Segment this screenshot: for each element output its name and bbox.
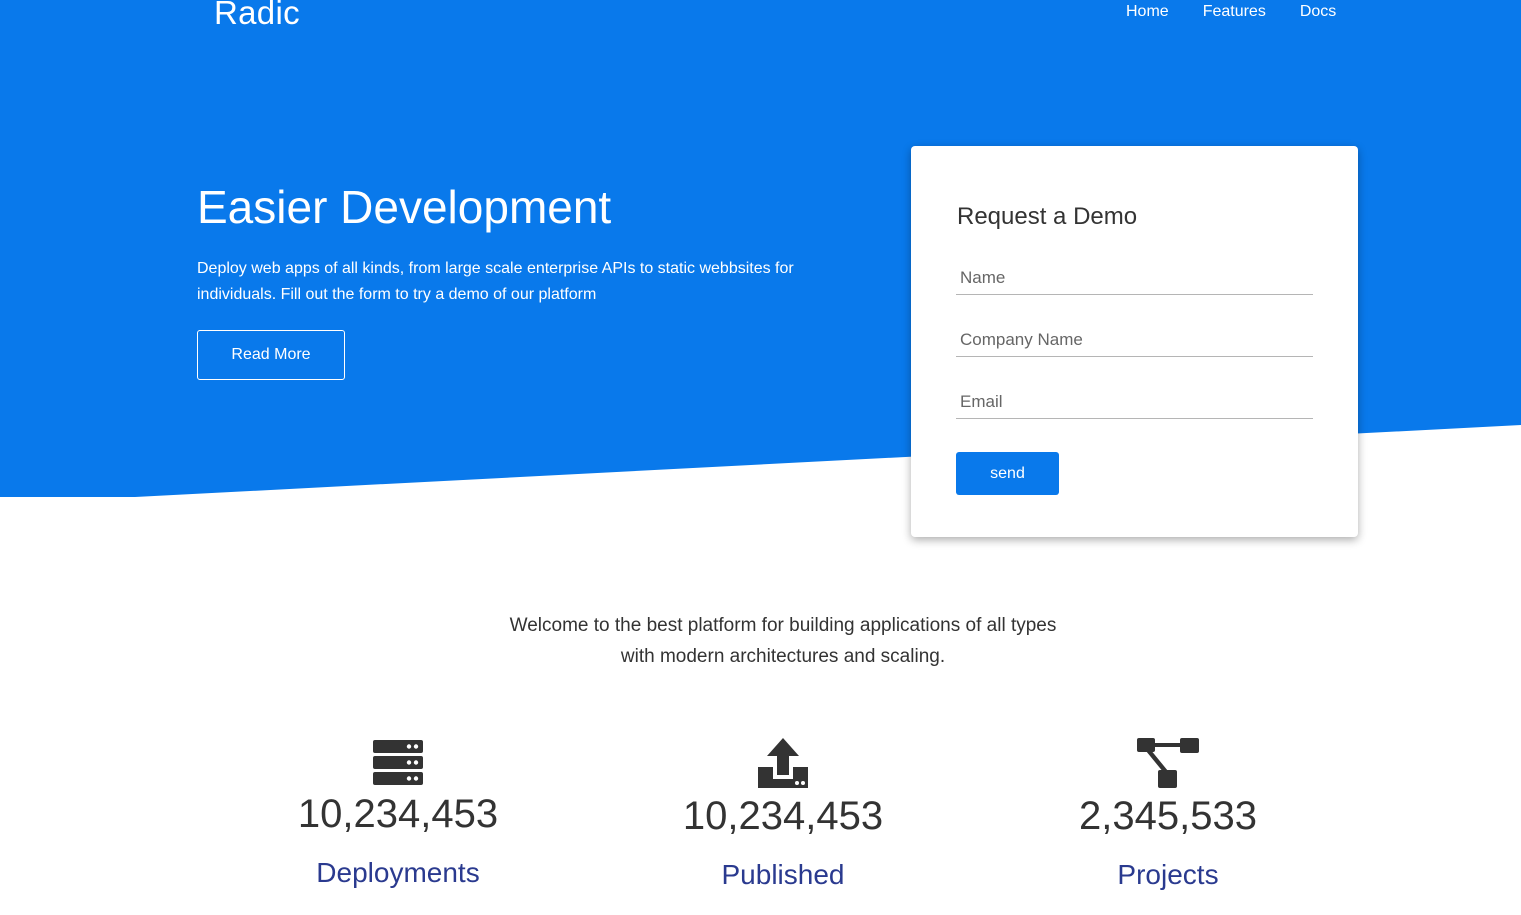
top-nav: Home Features Docs <box>1126 3 1336 21</box>
stat-published-label: Published <box>721 859 845 890</box>
nav-home[interactable]: Home <box>1126 3 1169 21</box>
sitemap-icon <box>1137 738 1199 788</box>
stat-published: 10,234,453 Published <box>633 737 933 892</box>
company-name-field[interactable] <box>956 323 1313 357</box>
request-demo-title: Request a Demo <box>957 203 1138 230</box>
read-more-button[interactable]: Read More <box>197 330 345 380</box>
hero-description: Deploy web apps of all kinds, from large… <box>197 256 817 308</box>
stat-deployments: 10,234,453 Deployments <box>248 739 548 890</box>
nav-docs[interactable]: Docs <box>1300 3 1336 21</box>
request-demo-card: Request a Demo send <box>911 146 1358 537</box>
welcome-line-2: with modern architectures and scaling. <box>620 646 946 667</box>
name-field[interactable] <box>956 261 1313 295</box>
stat-projects: 2,345,533 Projects <box>1018 737 1318 892</box>
stat-deployments-label: Deployments <box>316 857 480 888</box>
stat-deployments-value: 10,234,453 <box>297 792 499 836</box>
welcome-text: Welcome to the best platform for buildin… <box>0 610 1521 672</box>
hero-description-line-2: individuals. Fill out the form to try a … <box>197 286 597 303</box>
send-button[interactable]: send <box>956 452 1059 495</box>
hero-description-line-1: Deploy web apps of all kinds, from large… <box>197 260 794 277</box>
server-icon <box>373 740 423 785</box>
stat-projects-value: 2,345,533 <box>1079 794 1257 838</box>
hero-title: Easier Development <box>197 181 612 233</box>
stat-published-value: 10,234,453 <box>682 794 884 838</box>
nav-features[interactable]: Features <box>1203 3 1266 21</box>
stat-projects-label: Projects <box>1117 859 1219 890</box>
brand-logo[interactable]: Radic <box>214 0 300 32</box>
upload-icon <box>758 738 808 788</box>
welcome-line-1: Welcome to the best platform for buildin… <box>509 615 1057 636</box>
email-field[interactable] <box>956 385 1313 419</box>
